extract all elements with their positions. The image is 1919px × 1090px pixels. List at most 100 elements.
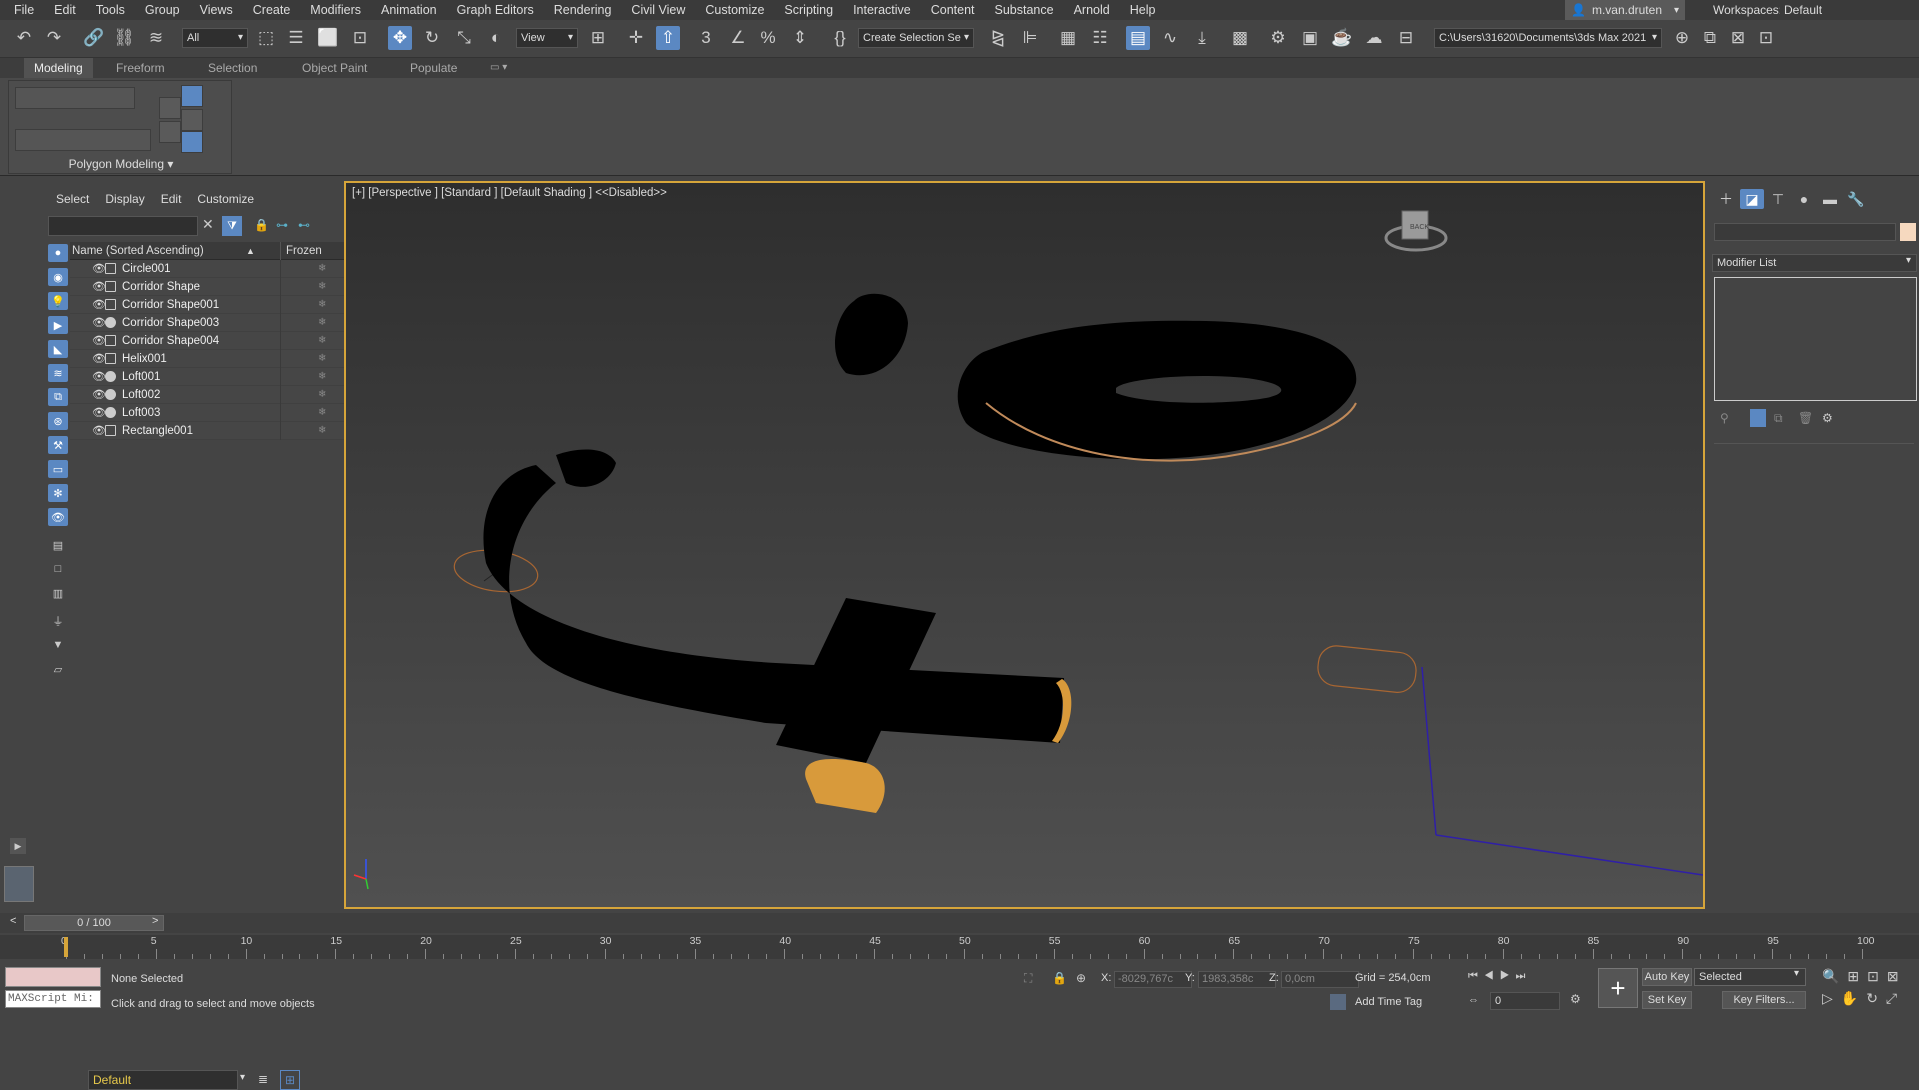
playback-controls[interactable]: ⏮◀▶⏭	[1468, 970, 1531, 983]
visibility-eye-icon[interactable]: 👁	[92, 314, 106, 332]
angle-snap-icon[interactable]: ∠	[726, 26, 750, 50]
column-name-header[interactable]: Name (Sorted Ascending)	[72, 242, 204, 260]
sync-icon[interactable]: ⧉	[1698, 26, 1722, 50]
unlink-icon[interactable]: ⛓	[112, 26, 136, 50]
tab-selection[interactable]: Selection	[198, 58, 267, 78]
render-production-icon[interactable]: ☕	[1330, 26, 1354, 50]
tab-freeform[interactable]: Freeform	[106, 58, 175, 78]
explorer-menu-edit[interactable]: Edit	[153, 188, 190, 210]
list-item[interactable]: 👁 Loft003 ❄	[70, 404, 360, 422]
rect-selection-icon[interactable]: ⬜	[316, 26, 340, 50]
list-item[interactable]: 👁 Loft001 ❄	[70, 368, 360, 386]
freeze-snowflake-icon[interactable]: ❄	[318, 350, 326, 368]
modifier-list-dropdown[interactable]: Modifier List	[1712, 254, 1917, 272]
filter-funnel-icon[interactable]: ⏚	[48, 612, 68, 630]
keyboard-shortcut-icon[interactable]: ⇧	[656, 26, 680, 50]
explorer-search-input[interactable]	[48, 216, 198, 236]
pivot-center-icon[interactable]: ⊞	[586, 26, 610, 50]
hierarchy-tab-icon[interactable]: ⊤	[1766, 189, 1790, 209]
filter-icon[interactable]: ⧩	[222, 216, 242, 236]
key-filters-button[interactable]: Key Filters...	[1722, 991, 1806, 1009]
helpers-filter-icon[interactable]: ◣	[48, 340, 68, 358]
previous-mod-icon[interactable]	[159, 97, 181, 119]
visibility-eye-icon[interactable]: 👁	[92, 260, 106, 278]
list-item[interactable]: 👁 Rectangle001 ❄	[70, 422, 360, 440]
preserve-uvs-icon[interactable]	[181, 109, 203, 131]
time-slider-thumb[interactable]: 0 / 100	[24, 915, 164, 931]
modify-mode-icon[interactable]	[181, 85, 203, 107]
prev-frame-arrow-icon[interactable]: <	[10, 915, 16, 927]
invert-display-icon[interactable]: ▥	[48, 584, 68, 602]
menu-edit[interactable]: Edit	[44, 0, 86, 20]
list-item[interactable]: 👁 Corridor Shape004 ❄	[70, 332, 360, 350]
viewport-nav-icons-2[interactable]: ▷✋↻⤢	[1822, 990, 1905, 1007]
visibility-eye-icon[interactable]: 👁	[92, 332, 106, 350]
visibility-eye-icon[interactable]: 👁	[92, 296, 106, 314]
track-bar[interactable]: 0510152025303540455055606570758085909510…	[0, 935, 1919, 959]
display-none-icon[interactable]: □	[48, 560, 68, 578]
clear-search-icon[interactable]: ✕	[202, 216, 214, 233]
list-item[interactable]: 👁 Circle001 ❄	[70, 260, 360, 278]
create-tab-icon[interactable]: ＋	[1714, 189, 1738, 209]
reference-coord-dropdown[interactable]: View	[516, 28, 578, 48]
hidden-filter-icon[interactable]: 👁	[48, 508, 68, 526]
pin-stack-icon[interactable]: ⚲	[1720, 411, 1729, 425]
list-item[interactable]: 👁 Corridor Shape003 ❄	[70, 314, 360, 332]
isolate-icon[interactable]: ⛶	[1024, 971, 1032, 986]
selection-lock-icon[interactable]: 🔒	[1052, 971, 1067, 985]
visibility-eye-icon[interactable]: 👁	[92, 350, 106, 368]
set-key-button[interactable]: Set Key	[1642, 991, 1692, 1009]
bind-spacewarp-icon[interactable]: ≋	[144, 26, 168, 50]
z-coordinate-field[interactable]: 0,0cm	[1281, 971, 1359, 988]
select-by-name-icon[interactable]: ☰	[284, 26, 308, 50]
edit-named-sets-icon[interactable]: {}	[828, 26, 852, 50]
particles-filter-icon[interactable]: ✻	[48, 484, 68, 502]
list-item[interactable]: 👁 Corridor Shape ❄	[70, 278, 360, 296]
freeze-snowflake-icon[interactable]: ❄	[318, 404, 326, 422]
motion-tab-icon[interactable]: ●	[1792, 189, 1816, 209]
viewport-nav-icons[interactable]: 🔍⊞⊡⊠	[1822, 968, 1907, 985]
select-object-icon[interactable]: ⬚	[254, 26, 278, 50]
spacewarps-filter-icon[interactable]: ≋	[48, 364, 68, 382]
menu-content[interactable]: Content	[921, 0, 985, 20]
show-end-result-icon[interactable]	[1750, 409, 1766, 427]
tab-object-paint[interactable]: Object Paint	[292, 58, 377, 78]
workspace-select[interactable]: Default	[1780, 1, 1916, 19]
select-rotate-icon[interactable]: ↻	[420, 26, 444, 50]
list-item[interactable]: 👁 Corridor Shape001 ❄	[70, 296, 360, 314]
geometry-filter-icon[interactable]: ●	[48, 244, 68, 262]
project-folder-dropdown[interactable]: C:\Users\31620\Documents\3ds Max 2021	[1434, 28, 1662, 48]
freeze-snowflake-icon[interactable]: ❄	[318, 314, 326, 332]
maxscript-mini-listener[interactable]: MAXScript Mi:	[5, 990, 101, 1008]
object-name-field[interactable]	[1714, 223, 1896, 241]
render-in-cloud-icon[interactable]: ☁	[1362, 26, 1386, 50]
menu-interactive[interactable]: Interactive	[843, 0, 921, 20]
menu-help[interactable]: Help	[1120, 0, 1166, 20]
menu-scripting[interactable]: Scripting	[774, 0, 843, 20]
selection-filter-dropdown[interactable]: All	[182, 28, 248, 48]
spinner-snap-icon[interactable]: ⇕	[788, 26, 812, 50]
x-coordinate-field[interactable]: -8029,767c	[1114, 971, 1192, 988]
undo-icon[interactable]: ↶	[12, 26, 36, 50]
containers-filter-icon[interactable]: ▭	[48, 460, 68, 478]
menu-customize[interactable]: Customize	[695, 0, 774, 20]
expand-icon[interactable]: ⊡	[1754, 26, 1778, 50]
next-mod-icon[interactable]	[159, 121, 181, 143]
align-icon[interactable]: ⊫	[1018, 26, 1042, 50]
menu-views[interactable]: Views	[190, 0, 243, 20]
filter-funnel-2-icon[interactable]: ▼	[48, 636, 68, 654]
list-item[interactable]: 👁 Helix001 ❄	[70, 350, 360, 368]
pin-stack-icon[interactable]	[181, 131, 203, 153]
tab-populate[interactable]: Populate	[400, 58, 467, 78]
explorer-menu-customize[interactable]: Customize	[189, 188, 262, 210]
utilities-tab-icon[interactable]: 🔧	[1844, 189, 1868, 209]
key-mode-icon[interactable]: ⇔	[1468, 994, 1479, 1006]
object-color-swatch[interactable]	[1900, 223, 1916, 241]
list-item[interactable]: 👁 Loft002 ❄	[70, 386, 360, 404]
time-config-icon[interactable]: ⚙	[1570, 992, 1581, 1006]
display-tab-icon[interactable]: ▬	[1818, 189, 1842, 209]
select-place-icon[interactable]: ◐	[484, 26, 508, 50]
add-time-tag[interactable]: Add Time Tag	[1355, 996, 1422, 1008]
time-tag-icon[interactable]	[1330, 994, 1346, 1010]
layers-toggle-icon[interactable]: ⊷	[298, 218, 310, 232]
